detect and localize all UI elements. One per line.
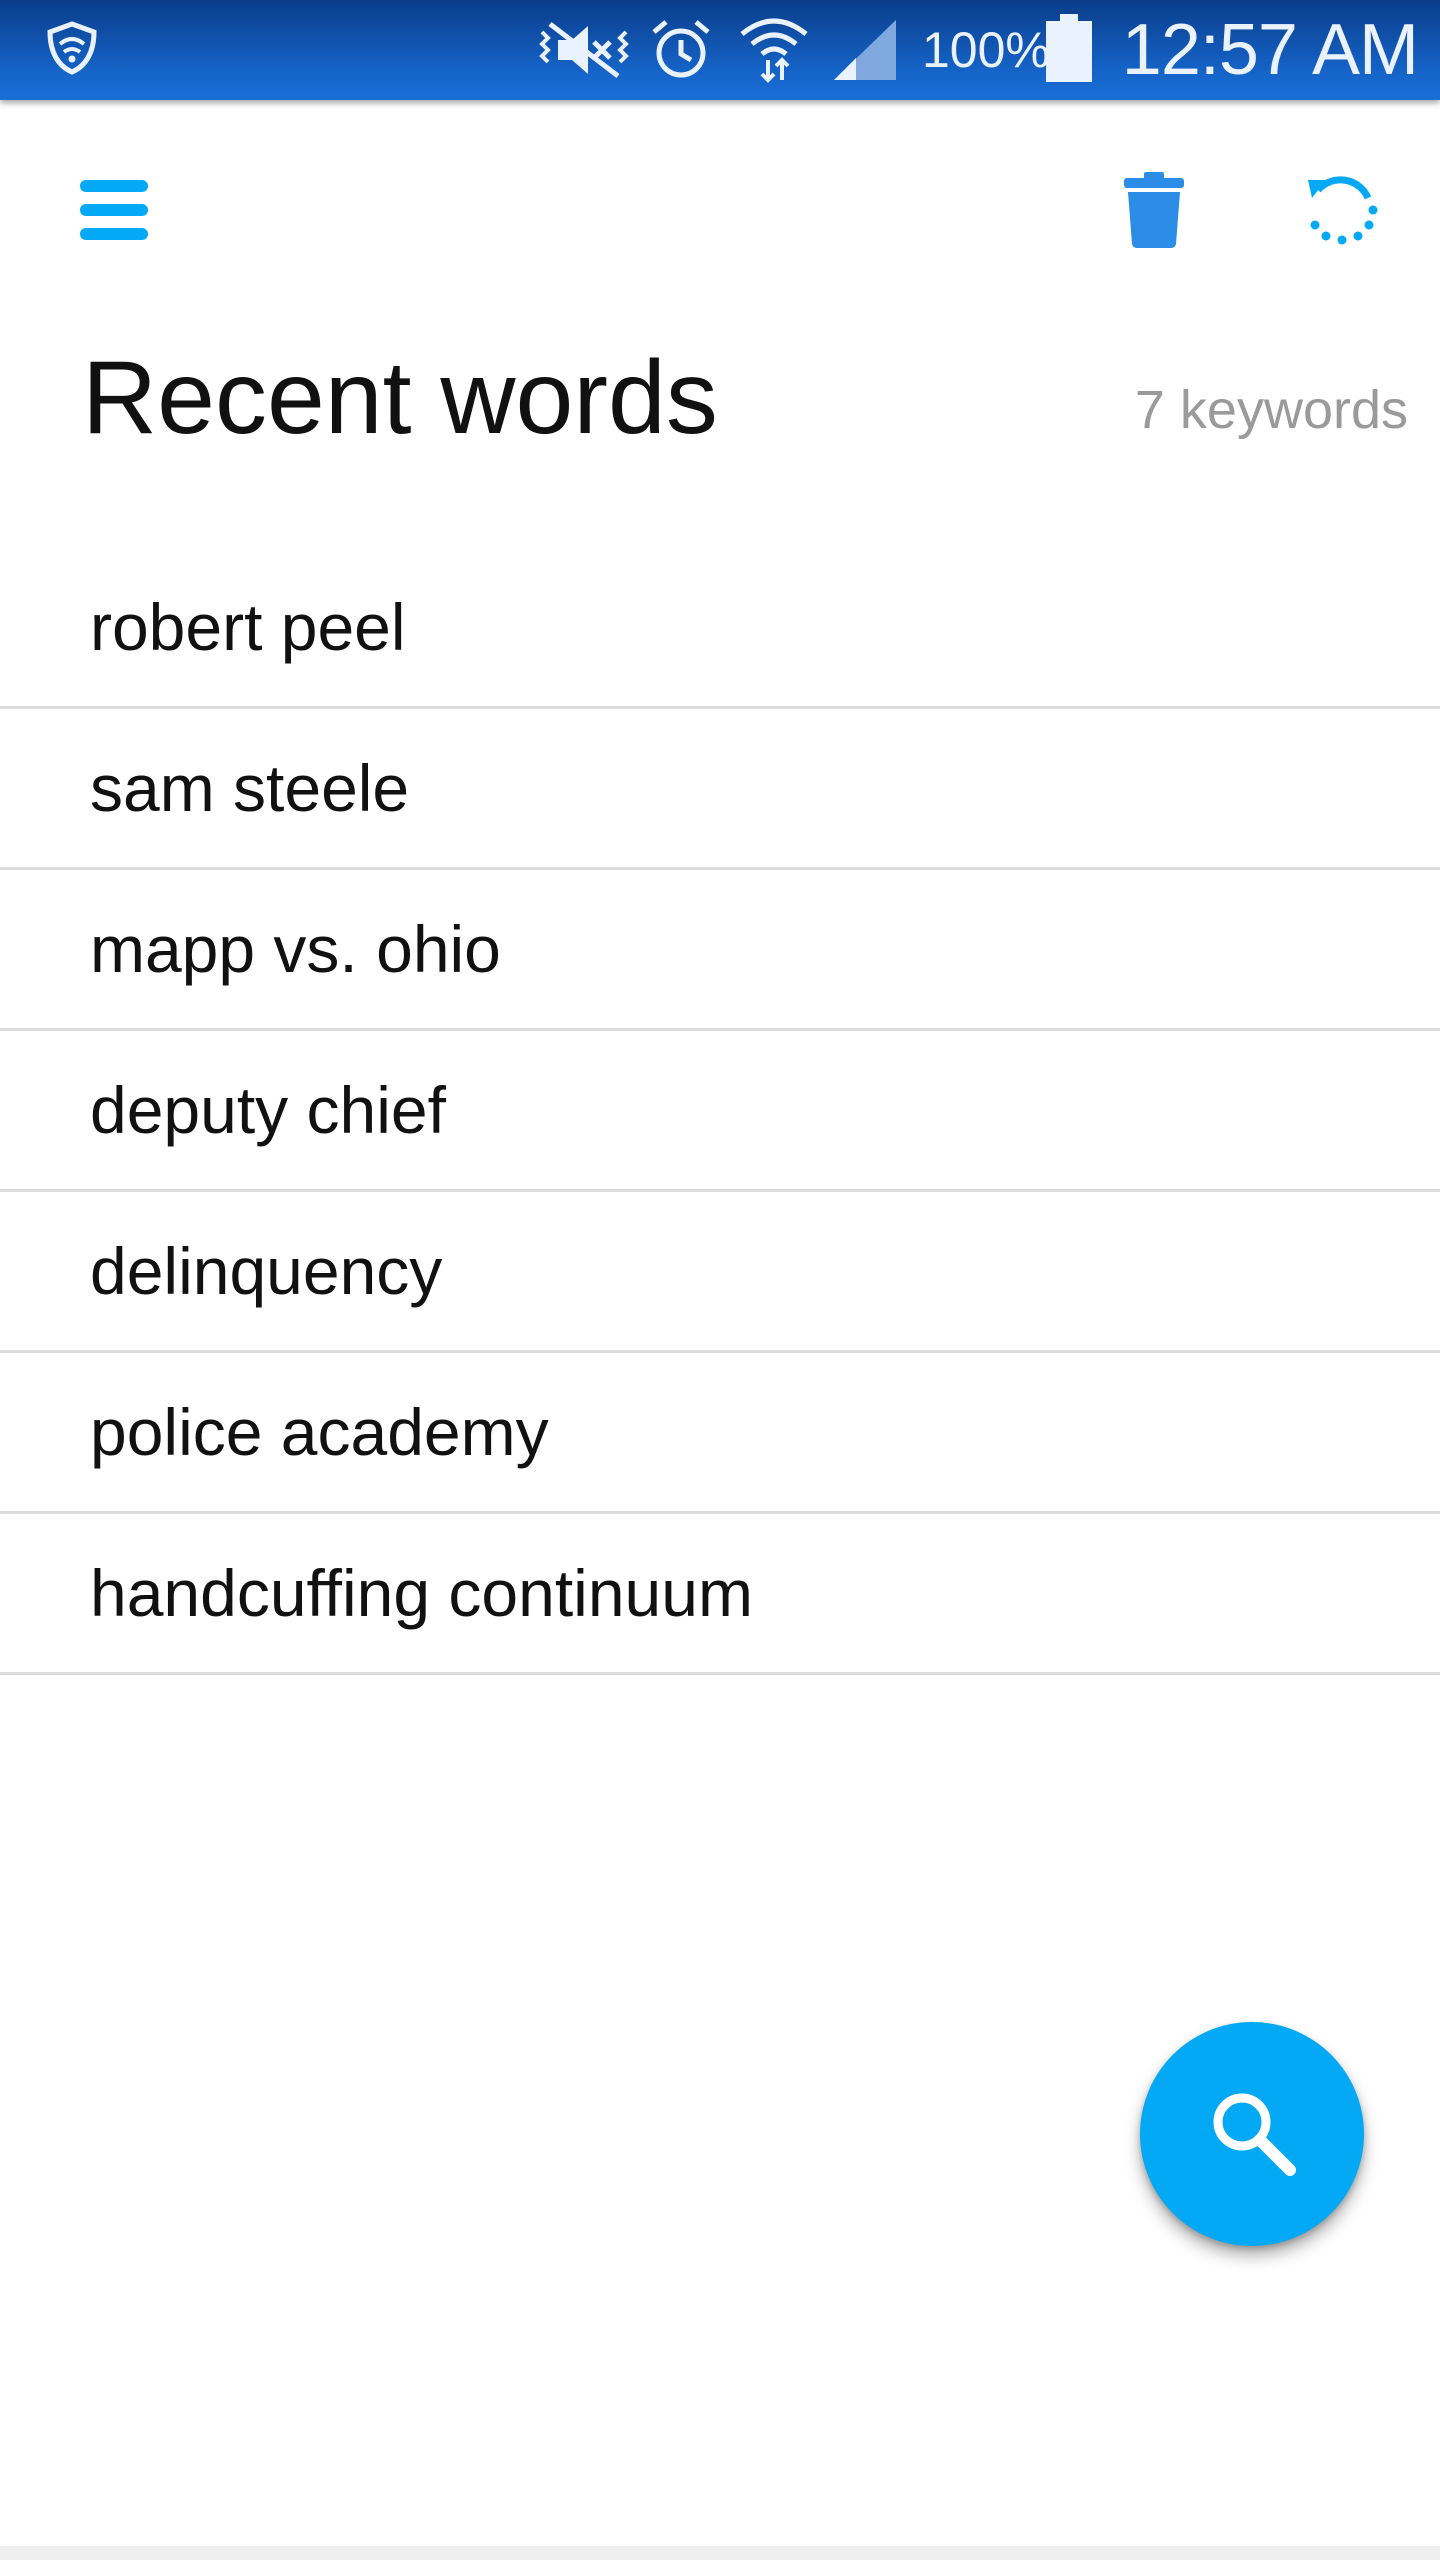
page-title: Recent words (82, 340, 718, 456)
battery-percentage: 100% (922, 22, 1050, 78)
list-item-label: handcuffing continuum (90, 1556, 753, 1630)
trash-icon (1122, 171, 1186, 253)
menu-button[interactable] (62, 160, 166, 264)
recent-words-list: robert peel sam steele mapp vs. ohio dep… (0, 548, 1440, 1675)
menu-icon (78, 174, 150, 251)
list-item-label: sam steele (90, 751, 410, 825)
wifi-icon (738, 12, 810, 89)
list-item-label: deputy chief (90, 1073, 446, 1147)
list-item-label: delinquency (90, 1234, 443, 1308)
status-clock: 12:57 AM (1121, 10, 1419, 90)
list-item-label: robert peel (90, 590, 406, 664)
refresh-icon (1302, 170, 1382, 255)
search-icon (1206, 2086, 1298, 2183)
refresh-button[interactable] (1290, 160, 1394, 264)
list-item-label: police academy (90, 1395, 549, 1469)
alarm-icon (648, 16, 714, 87)
list-item[interactable]: police academy (0, 1353, 1440, 1514)
toolbar (0, 100, 1440, 300)
list-item-label: mapp vs. ohio (90, 912, 501, 986)
bottom-edge (0, 2546, 1440, 2560)
list-item[interactable]: deputy chief (0, 1031, 1440, 1192)
list-item[interactable]: mapp vs. ohio (0, 870, 1440, 1031)
list-item[interactable]: delinquency (0, 1192, 1440, 1353)
vibrate-mute-icon (536, 18, 632, 87)
delete-all-button[interactable] (1102, 160, 1206, 264)
search-fab[interactable] (1140, 2022, 1364, 2246)
app-screen: 100% 12:57 AM Recent words 7 keywords ro… (0, 0, 1440, 2560)
battery-icon (1046, 14, 1092, 87)
list-item[interactable]: handcuffing continuum (0, 1514, 1440, 1675)
signal-icon (830, 18, 898, 87)
keyword-count: 7 keywords (1134, 380, 1408, 440)
list-item[interactable]: robert peel (0, 548, 1440, 709)
list-item[interactable]: sam steele (0, 709, 1440, 870)
shield-icon (44, 20, 100, 81)
status-bar: 100% 12:57 AM (0, 0, 1440, 100)
